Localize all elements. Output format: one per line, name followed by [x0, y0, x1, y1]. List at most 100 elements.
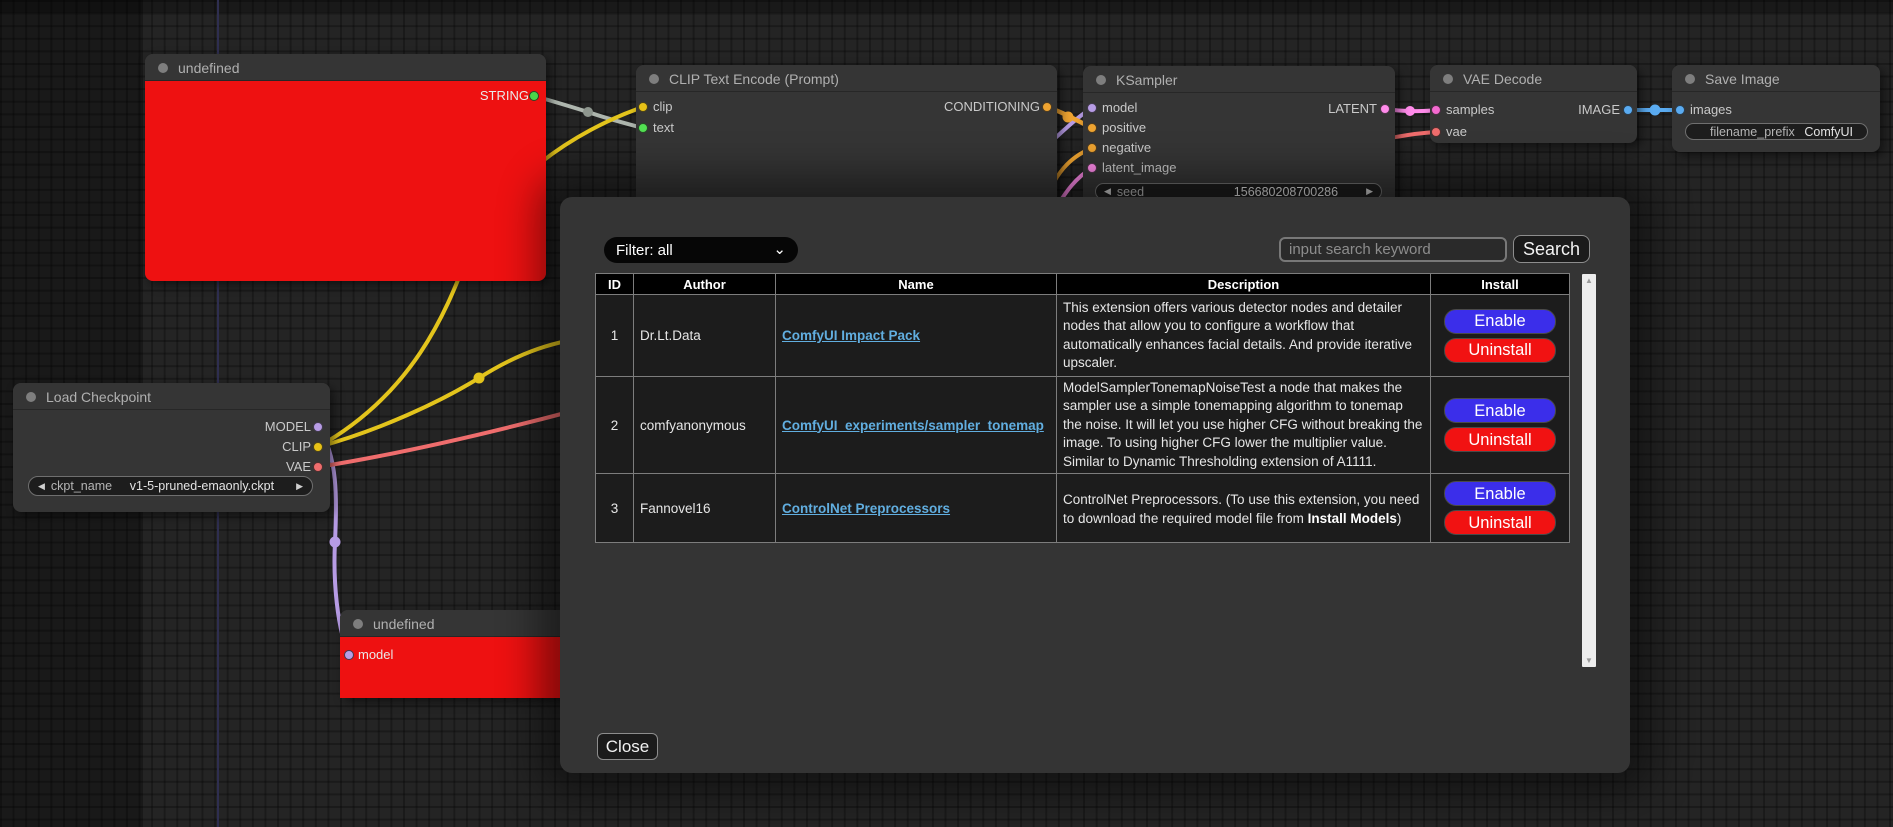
extensions-table-container: ID Author Name Description Install 1 Dr.… [595, 273, 1598, 668]
node-title: Save Image [1705, 71, 1780, 87]
node-status-dot[interactable] [649, 74, 659, 84]
node-title-bar[interactable]: CLIP Text Encode (Prompt) [636, 65, 1057, 92]
input-port-clip[interactable] [638, 102, 648, 112]
node-status-dot[interactable] [158, 63, 168, 73]
input-label-samples: samples [1446, 102, 1494, 117]
enable-button[interactable]: Enable [1444, 309, 1556, 334]
output-label-conditioning: CONDITIONING [944, 99, 1040, 114]
column-header-description: Description [1057, 274, 1431, 295]
node-body: images filename_prefix ComfyUI [1672, 92, 1880, 152]
input-label-positive: positive [1102, 120, 1146, 135]
filename-prefix-label: filename_prefix [1710, 125, 1795, 139]
scroll-down-icon[interactable]: ▼ [1585, 654, 1593, 667]
extension-link[interactable]: ControlNet Preprocessors [782, 501, 950, 516]
enable-button[interactable]: Enable [1444, 398, 1556, 423]
input-label-clip: clip [653, 99, 673, 114]
scroll-up-icon[interactable]: ▲ [1585, 274, 1593, 287]
extensions-table: ID Author Name Description Install 1 Dr.… [595, 273, 1570, 543]
node-title-bar[interactable]: undefined [145, 54, 546, 81]
output-port-image[interactable] [1623, 105, 1633, 115]
output-label-clip: CLIP [282, 439, 311, 454]
filter-select[interactable]: Filter: all ⌄ [604, 237, 798, 263]
seed-increment-icon[interactable]: ▶ [1366, 186, 1373, 197]
uninstall-button[interactable]: Uninstall [1444, 510, 1556, 535]
node-title: undefined [373, 616, 435, 632]
filename-prefix-widget[interactable]: filename_prefix ComfyUI [1685, 123, 1868, 140]
extension-link[interactable]: ComfyUI Impact Pack [782, 328, 920, 343]
input-port-samples[interactable] [1431, 105, 1441, 115]
input-port-text[interactable] [638, 123, 648, 133]
enable-button[interactable]: Enable [1444, 481, 1556, 506]
input-port-model[interactable] [1087, 103, 1097, 113]
node-load-checkpoint[interactable]: Load Checkpoint MODEL CLIP VAE ◀ ckpt_na… [13, 383, 330, 512]
node-status-dot[interactable] [353, 619, 363, 629]
node-title: KSampler [1116, 72, 1177, 88]
output-label-image: IMAGE [1578, 102, 1620, 117]
node-status-dot[interactable] [1685, 74, 1695, 84]
ckpt-name-value[interactable]: v1-5-pruned-emaonly.ckpt [130, 479, 274, 493]
input-label-model: model [1102, 100, 1137, 115]
column-header-author: Author [634, 274, 776, 295]
output-port-latent[interactable] [1380, 104, 1390, 114]
node-title-bar[interactable]: KSampler [1083, 66, 1395, 93]
input-port-negative[interactable] [1087, 143, 1097, 153]
node-title-bar[interactable]: Save Image [1672, 65, 1880, 92]
input-label-model: model [358, 647, 393, 662]
input-label-images: images [1690, 102, 1732, 117]
filename-prefix-value[interactable]: ComfyUI [1804, 125, 1853, 139]
input-port-images[interactable] [1675, 105, 1685, 115]
node-ksampler[interactable]: KSampler model positive negative latent_… [1083, 66, 1395, 206]
node-body: MODEL CLIP VAE ◀ ckpt_name v1-5-pruned-e… [13, 410, 330, 512]
node-title: undefined [178, 60, 240, 76]
custom-nodes-manager-dialog: Filter: all ⌄ Search ID Author Name Desc… [560, 197, 1630, 773]
cell-description: ModelSamplerTonemapNoiseTest a node that… [1057, 377, 1431, 474]
table-scrollbar[interactable]: ▲ ▼ [1582, 274, 1596, 667]
extension-link[interactable]: ComfyUI_experiments/sampler_tonemap [782, 418, 1044, 433]
output-port-string[interactable] [529, 91, 539, 101]
node-graph-canvas[interactable]: undefined STRING CLIP Text Encode (Promp… [0, 0, 1893, 827]
node-undefined-string[interactable]: undefined STRING [145, 54, 546, 281]
cell-author: comfyanonymous [634, 377, 776, 474]
input-label-vae: vae [1446, 124, 1467, 139]
node-vae-decode[interactable]: VAE Decode samples vae IMAGE [1430, 65, 1637, 143]
column-header-install: Install [1431, 274, 1570, 295]
uninstall-button[interactable]: Uninstall [1444, 338, 1556, 363]
column-header-name: Name [776, 274, 1057, 295]
output-port-vae[interactable] [313, 462, 323, 472]
node-status-dot[interactable] [1443, 74, 1453, 84]
ckpt-prev-icon[interactable]: ◀ [38, 481, 45, 492]
cell-author: Fannovel16 [634, 474, 776, 543]
seed-decrement-icon[interactable]: ◀ [1104, 186, 1111, 197]
ckpt-name-widget[interactable]: ◀ ckpt_name v1-5-pruned-emaonly.ckpt ▶ [28, 476, 313, 496]
chevron-down-icon: ⌄ [773, 245, 786, 255]
node-status-dot[interactable] [1096, 75, 1106, 85]
output-port-conditioning[interactable] [1042, 102, 1052, 112]
node-status-dot[interactable] [26, 392, 36, 402]
node-save-image[interactable]: Save Image images filename_prefix ComfyU… [1672, 65, 1880, 152]
input-label-latent-image: latent_image [1102, 160, 1176, 175]
cell-id: 2 [596, 377, 634, 474]
node-body: STRING [145, 81, 546, 281]
node-title-bar[interactable]: VAE Decode [1430, 65, 1637, 92]
output-label-string: STRING [480, 88, 529, 103]
search-input[interactable] [1279, 237, 1507, 262]
uninstall-button[interactable]: Uninstall [1444, 427, 1556, 452]
node-body: samples vae IMAGE [1430, 92, 1637, 143]
search-button[interactable]: Search [1513, 235, 1590, 263]
output-port-model[interactable] [313, 422, 323, 432]
close-button[interactable]: Close [597, 733, 658, 760]
input-port-model[interactable] [344, 650, 354, 660]
node-title: Load Checkpoint [46, 389, 151, 405]
input-port-latent-image[interactable] [1087, 163, 1097, 173]
table-row: 2 comfyanonymous ComfyUI_experiments/sam… [596, 377, 1570, 474]
node-title-bar[interactable]: Load Checkpoint [13, 383, 330, 410]
column-header-id: ID [596, 274, 634, 295]
output-port-clip[interactable] [313, 442, 323, 452]
input-port-vae[interactable] [1431, 127, 1441, 137]
ckpt-next-icon[interactable]: ▶ [296, 481, 303, 492]
output-label-latent: LATENT [1328, 101, 1377, 116]
node-title: VAE Decode [1463, 71, 1542, 87]
node-body: model positive negative latent_image LAT… [1083, 93, 1395, 206]
cell-description: This extension offers various detector n… [1057, 295, 1431, 377]
input-port-positive[interactable] [1087, 123, 1097, 133]
